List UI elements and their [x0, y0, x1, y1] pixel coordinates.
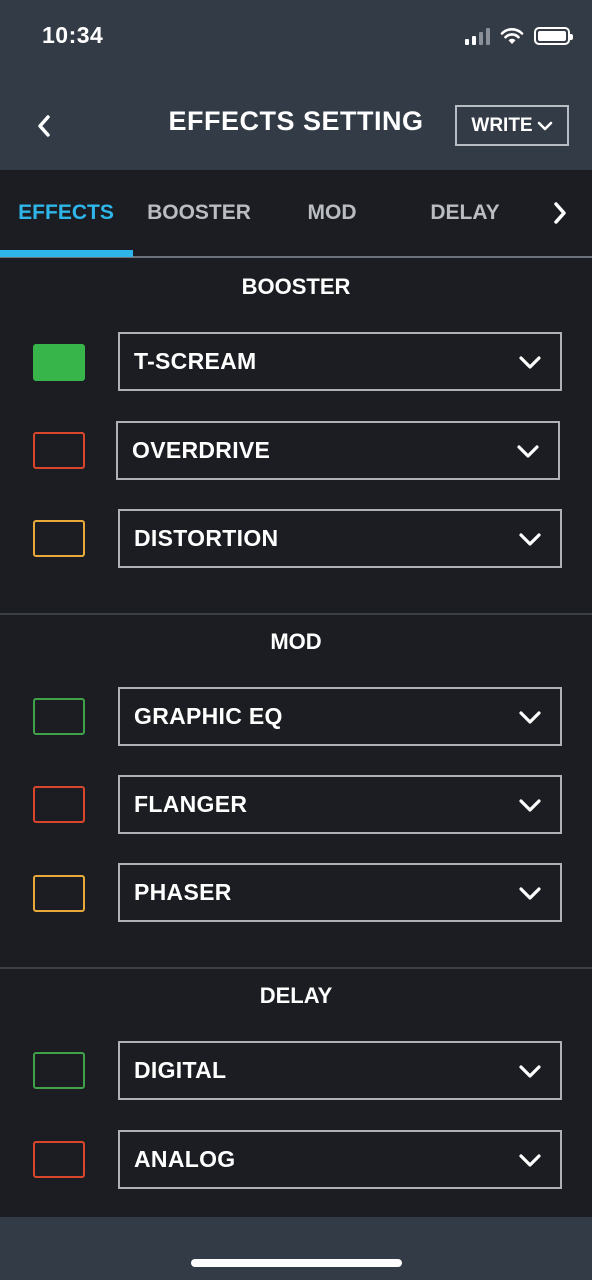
select-value: DISTORTION: [134, 525, 279, 551]
chevron-down-icon: [519, 356, 541, 369]
delay-select-2[interactable]: ANALOG: [118, 1130, 562, 1189]
mod-color-toggle-1[interactable]: [33, 698, 85, 735]
tab-delay[interactable]: DELAY: [399, 170, 531, 256]
section-divider: [0, 613, 592, 615]
chevron-down-icon: [537, 121, 552, 130]
select-value: OVERDRIVE: [132, 437, 271, 463]
tab-booster[interactable]: BOOSTER: [133, 170, 265, 256]
booster-select-3[interactable]: DISTORTION: [118, 509, 562, 568]
tab-effects[interactable]: EFFECTS: [0, 170, 132, 256]
select-value: GRAPHIC EQ: [134, 703, 283, 729]
select-value: FLANGER: [134, 791, 248, 817]
booster-color-toggle-3[interactable]: [33, 520, 85, 557]
mod-color-toggle-3[interactable]: [33, 875, 85, 912]
chevron-down-icon: [519, 1065, 541, 1078]
section-title-booster: BOOSTER: [241, 274, 351, 299]
delay-color-toggle-2[interactable]: [33, 1141, 85, 1178]
home-indicator[interactable]: [191, 1259, 402, 1267]
mod-color-toggle-2[interactable]: [33, 786, 85, 823]
tab-mod[interactable]: MOD: [266, 170, 398, 256]
booster-select-1[interactable]: T-SCREAM: [118, 332, 562, 391]
select-value: ANALOG: [134, 1146, 236, 1172]
chevron-down-icon: [517, 445, 539, 458]
mod-select-2[interactable]: FLANGER: [118, 775, 562, 834]
chevron-down-icon: [519, 711, 541, 724]
select-value: PHASER: [134, 879, 232, 905]
delay-select-1[interactable]: DIGITAL: [118, 1041, 562, 1100]
active-tab-indicator: [0, 250, 133, 257]
write-label: WRITE: [471, 114, 533, 136]
section-title-delay: DELAY: [259, 983, 333, 1008]
delay-color-toggle-1[interactable]: [33, 1052, 85, 1089]
chevron-down-icon: [519, 533, 541, 546]
booster-color-toggle-2[interactable]: [33, 432, 85, 469]
chevron-down-icon: [519, 887, 541, 900]
tabs-next-button[interactable]: [540, 170, 580, 256]
status-icons: [465, 26, 573, 46]
wifi-icon: [500, 28, 524, 44]
chevron-down-icon: [519, 799, 541, 812]
chevron-right-icon: [554, 202, 566, 224]
mod-select-3[interactable]: PHASER: [118, 863, 562, 922]
select-value: DIGITAL: [134, 1057, 227, 1083]
battery-icon: [534, 27, 573, 45]
booster-select-2[interactable]: OVERDRIVE: [116, 421, 560, 480]
section-title-mod: MOD: [270, 629, 322, 654]
write-button[interactable]: WRITE: [455, 105, 569, 146]
booster-color-toggle-1[interactable]: [33, 344, 85, 381]
select-value: T-SCREAM: [134, 348, 257, 374]
status-time: 10:34: [42, 22, 104, 48]
section-divider: [0, 967, 592, 969]
chevron-down-icon: [519, 1154, 541, 1167]
top-bar: 10:34 EFFECTS SETTING WRITE: [0, 0, 592, 170]
tab-bar: EFFECTS BOOSTER MOD DELAY: [0, 170, 592, 258]
mod-select-1[interactable]: GRAPHIC EQ: [118, 687, 562, 746]
cellular-signal-icon: [465, 27, 490, 45]
bottom-bar: [0, 1217, 592, 1280]
